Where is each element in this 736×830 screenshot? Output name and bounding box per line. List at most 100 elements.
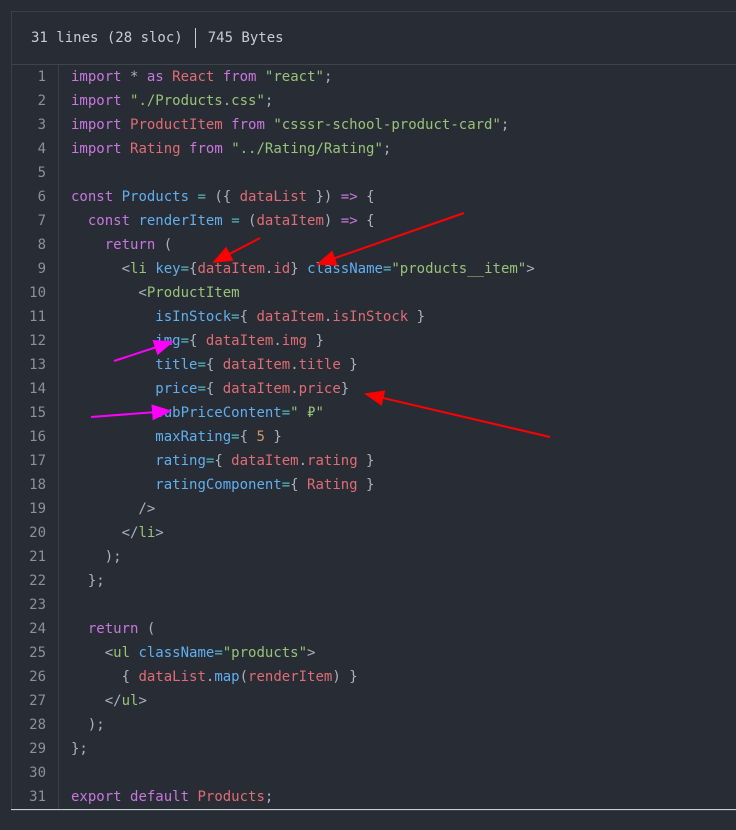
code-token: { [214, 453, 232, 469]
code-token: return [104, 237, 156, 253]
code-token: ( [239, 669, 249, 685]
code-token: isInStock [332, 309, 409, 325]
code-token: . [290, 381, 299, 397]
code-token: { [239, 309, 257, 325]
code-token: from [222, 69, 257, 85]
code-token: ProductItem [146, 285, 240, 301]
code-token: import [71, 69, 122, 85]
code-token: = [214, 645, 223, 661]
code-text: }; [59, 569, 105, 593]
code-token: className [138, 645, 215, 661]
code-token: ProductItem [130, 117, 223, 133]
code-token: renderItem [248, 669, 333, 685]
code-line: 2 import "./Products.css"; [12, 89, 736, 113]
line-number: 13 [12, 353, 59, 377]
code-line: 16 maxRating={ 5 } [12, 425, 736, 449]
code-text: const renderItem = (dataItem) => { [59, 209, 375, 233]
code-token: dataItem [231, 453, 299, 469]
code-text: price={ dataItem.price} [59, 377, 349, 401]
code-line: 10 <ProductItem [12, 281, 736, 305]
code-line: 12 img={ dataItem.img } [12, 329, 736, 353]
line-number: 21 [12, 545, 59, 569]
code-token: }) [307, 189, 341, 205]
code-token: renderItem [138, 213, 223, 229]
code-token: { [290, 477, 308, 493]
line-number: 17 [12, 449, 59, 473]
line-number: 4 [12, 137, 59, 161]
line-number: 1 [12, 65, 59, 89]
code-token: = [197, 189, 206, 205]
code-token: = [231, 309, 240, 325]
code-line: 28 ); [12, 713, 736, 737]
line-count: 31 lines (28 sloc) [31, 30, 183, 46]
line-number: 31 [12, 785, 59, 809]
code-token: { [357, 213, 375, 229]
code-token: } [357, 453, 375, 469]
code-token: } [357, 477, 375, 493]
code-line: 3 import ProductItem from "csssr-school-p… [12, 113, 736, 137]
code-token: Products [197, 789, 265, 805]
code-token: li [138, 525, 156, 541]
code-token: "../Rating/Rating" [231, 141, 383, 157]
line-number: 22 [12, 569, 59, 593]
code-token: ratingComponent [155, 477, 282, 493]
code-block: 1 import * as React from "react"; 2 import … [12, 65, 736, 809]
code-token: " ₽" [290, 405, 324, 421]
code-line: 15 subPriceContent=" ₽" [12, 401, 736, 425]
code-line: 13 title={ dataItem.title } [12, 353, 736, 377]
code-line: 29}; [12, 737, 736, 761]
code-token: < [71, 261, 131, 277]
code-text: </li> [59, 521, 164, 545]
code-token: < [71, 645, 114, 661]
code-line: 1 import * as React from "react"; [12, 65, 736, 89]
code-token: import [71, 93, 122, 109]
code-token: React [172, 69, 215, 85]
line-number: 12 [12, 329, 59, 353]
code-token: img [155, 333, 181, 349]
code-token: > [138, 693, 147, 709]
code-token: ; [500, 117, 510, 133]
code-token: } [264, 429, 282, 445]
code-token: } [408, 309, 426, 325]
code-token: title [298, 357, 341, 373]
code-token: li [130, 261, 147, 277]
code-token: }; [71, 741, 88, 757]
code-text: <ul className="products"> [59, 641, 316, 665]
code-line: 22 }; [12, 569, 736, 593]
code-token: export [71, 789, 122, 805]
code-text: export default Products; [59, 785, 273, 809]
code-token: dataList [138, 669, 206, 685]
code-token: title [155, 357, 198, 373]
code-token: const [87, 213, 131, 229]
code-token: } [307, 333, 324, 349]
line-number: 6 [12, 185, 59, 209]
code-text: const Products = ({ dataList }) => { [59, 185, 375, 209]
code-token: </ [71, 693, 122, 709]
code-line: 30 [12, 761, 736, 785]
code-text: maxRating={ 5 } [59, 425, 282, 449]
code-token: ; [264, 93, 274, 109]
code-line: 27 </ul> [12, 689, 736, 713]
code-token: dataItem [222, 357, 291, 373]
code-token: ); [71, 549, 122, 565]
code-token: ); [71, 717, 105, 733]
code-line: 9 <li key={dataItem.id} className="produ… [12, 257, 736, 281]
line-number: 16 [12, 425, 59, 449]
code-file-viewer: 31 lines (28 sloc) 745 Bytes 1 import * a… [11, 11, 736, 811]
code-text: isInStock={ dataItem.isInStock } [59, 305, 425, 329]
code-token: { [189, 333, 206, 349]
code-token: { [71, 669, 139, 685]
code-token: const [71, 189, 114, 205]
code-token: Rating [130, 141, 181, 157]
code-token: } [340, 357, 358, 373]
line-number: 5 [12, 161, 59, 185]
